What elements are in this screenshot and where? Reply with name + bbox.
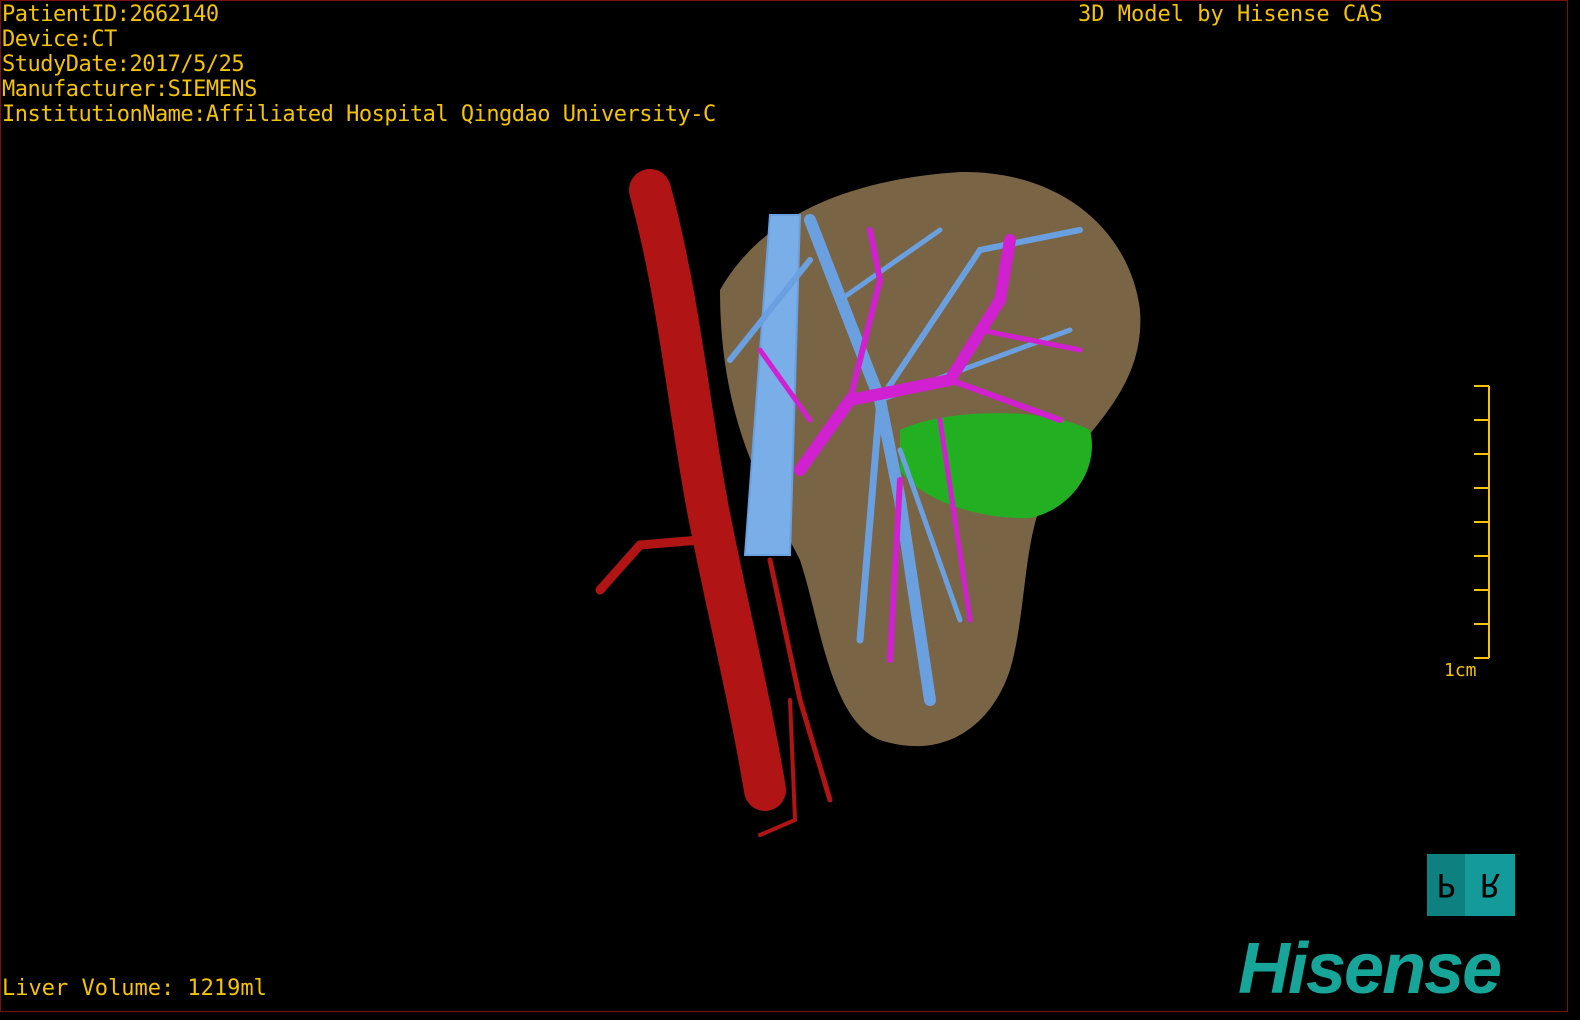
device: Device:CT <box>2 27 117 52</box>
cube-face-right[interactable]: R <box>1465 854 1515 916</box>
study-date: StudyDate:2017/5/25 <box>2 52 245 77</box>
hisense-logo: Hisense <box>1238 929 1502 1009</box>
scale-bar <box>1474 385 1490 659</box>
patient-info-overlay: PatientID:2662140 Device:CT StudyDate:20… <box>2 2 716 127</box>
cube-face-posterior[interactable]: P <box>1427 854 1465 916</box>
institution-name: InstitutionName:Affiliated Hospital Qing… <box>2 102 716 127</box>
orientation-cube[interactable]: P R <box>1427 854 1515 916</box>
patient-id: PatientID:2662140 <box>2 2 219 27</box>
manufacturer: Manufacturer:SIEMENS <box>2 77 257 102</box>
liver-volume: Liver Volume: 1219ml <box>2 976 267 1001</box>
model-title: 3D Model by Hisense CAS <box>1078 2 1383 27</box>
scale-bar-label: 1cm <box>1444 660 1477 681</box>
3d-render-viewport[interactable] <box>0 0 1580 1020</box>
